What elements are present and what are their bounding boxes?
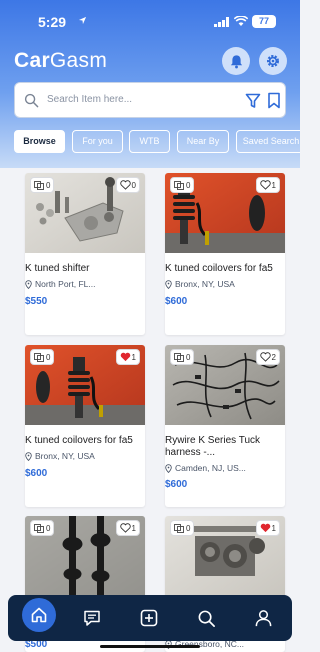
nav-add-listing-button[interactable] bbox=[129, 595, 169, 641]
user-icon bbox=[255, 610, 271, 627]
views-count: 0 bbox=[186, 523, 191, 533]
views-count: 0 bbox=[46, 180, 51, 190]
wifi-icon bbox=[234, 16, 248, 26]
nav-home-button[interactable] bbox=[22, 598, 56, 632]
map-pin-icon bbox=[25, 279, 32, 289]
view-count-icon bbox=[174, 180, 184, 190]
heart-outline-icon bbox=[119, 180, 131, 190]
chip-saved-search[interactable]: Saved Search bbox=[236, 130, 300, 153]
bottom-navigation bbox=[8, 595, 292, 641]
views-badge: 0 bbox=[30, 177, 55, 193]
app-logo: CarGasm bbox=[14, 49, 107, 73]
listing-title-line2: harness -... bbox=[165, 447, 216, 458]
views-badge: 0 bbox=[170, 349, 195, 365]
location-text: Bronx, NY, USA bbox=[35, 451, 95, 461]
heart-outline-icon bbox=[259, 352, 271, 362]
likes-count: 0 bbox=[131, 180, 136, 190]
location-arrow-icon bbox=[78, 16, 87, 25]
heart-filled-icon bbox=[120, 352, 130, 362]
chat-icon bbox=[84, 610, 100, 626]
listing-price: $550 bbox=[25, 296, 48, 307]
bell-icon bbox=[230, 54, 242, 68]
listing-location: Camden, NJ, US... bbox=[165, 463, 246, 473]
listing-card[interactable]: 0 1 K tuned coilovers for fa5 Bronx, NY,… bbox=[165, 173, 285, 335]
listing-location: Bronx, NY, USA bbox=[25, 451, 95, 461]
heart-outline-icon bbox=[119, 523, 131, 533]
search-input[interactable]: Search Item here... bbox=[47, 94, 132, 105]
view-count-icon bbox=[34, 523, 44, 533]
listing-title: Rywire K Series Tuck bbox=[165, 435, 261, 446]
likes-count: 1 bbox=[131, 352, 136, 362]
views-count: 0 bbox=[186, 352, 191, 362]
plus-square-icon bbox=[140, 609, 158, 627]
status-time: 5:29 bbox=[38, 14, 67, 30]
like-button[interactable]: 0 bbox=[115, 177, 140, 193]
nav-profile-button[interactable] bbox=[243, 595, 283, 641]
listing-price: $600 bbox=[25, 468, 48, 479]
listing-price: $600 bbox=[165, 479, 188, 490]
listing-title: K tuned coilovers for fa5 bbox=[25, 435, 133, 446]
location-text: North Port, FL... bbox=[35, 279, 96, 289]
likes-count: 1 bbox=[271, 180, 276, 190]
views-badge: 0 bbox=[30, 349, 55, 365]
listing-title: K tuned coilovers for fa5 bbox=[165, 263, 273, 274]
listing-card[interactable]: 0 2 Rywire K Series Tuck harness -... Ca… bbox=[165, 345, 285, 507]
search-bar[interactable]: Search Item here... bbox=[14, 82, 286, 118]
location-text: Camden, NJ, US... bbox=[175, 463, 246, 473]
views-badge: 0 bbox=[30, 520, 55, 536]
map-pin-icon bbox=[165, 463, 172, 473]
like-button[interactable]: 1 bbox=[115, 520, 140, 536]
likes-count: 2 bbox=[271, 352, 276, 362]
map-pin-icon bbox=[25, 451, 32, 461]
filter-icon[interactable] bbox=[245, 93, 261, 109]
cellular-signal-icon bbox=[214, 17, 229, 27]
battery-indicator: 77 bbox=[252, 15, 276, 28]
listing-price: $600 bbox=[165, 296, 188, 307]
view-count-icon bbox=[174, 523, 184, 533]
chip-browse[interactable]: Browse bbox=[14, 130, 65, 153]
nav-search-button[interactable] bbox=[186, 595, 226, 641]
logo-bold-text: Car bbox=[14, 49, 50, 72]
view-count-icon bbox=[34, 180, 44, 190]
views-badge: 0 bbox=[170, 520, 195, 536]
search-icon bbox=[24, 93, 39, 108]
settings-button[interactable] bbox=[259, 47, 287, 75]
view-count-icon bbox=[34, 352, 44, 362]
views-count: 0 bbox=[186, 180, 191, 190]
filter-chips: Browse For you WTB Near By Saved Search bbox=[14, 130, 300, 154]
listing-card[interactable]: 0 0 K tuned shifter North Port, FL... $5… bbox=[25, 173, 145, 335]
map-pin-icon bbox=[165, 279, 172, 289]
like-button[interactable]: 2 bbox=[255, 349, 280, 365]
listing-location: Bronx, NY, USA bbox=[165, 279, 235, 289]
home-indicator bbox=[100, 645, 200, 648]
listing-location: North Port, FL... bbox=[25, 279, 95, 289]
nav-messages-button[interactable] bbox=[72, 595, 112, 641]
status-bar: 5:29 77 bbox=[0, 14, 300, 32]
notifications-button[interactable] bbox=[222, 47, 250, 75]
home-icon bbox=[31, 607, 47, 623]
chip-for-you[interactable]: For you bbox=[72, 130, 123, 153]
views-count: 0 bbox=[46, 523, 51, 533]
like-button[interactable]: 1 bbox=[115, 349, 140, 365]
like-button[interactable]: 1 bbox=[255, 177, 280, 193]
chip-near-by[interactable]: Near By bbox=[177, 130, 229, 153]
like-button[interactable]: 1 bbox=[255, 520, 280, 536]
views-badge: 0 bbox=[170, 177, 195, 193]
heart-outline-icon bbox=[259, 180, 271, 190]
view-count-icon bbox=[174, 352, 184, 362]
heart-filled-icon bbox=[260, 523, 270, 533]
app-header: 5:29 77 CarGasm Search Item here... Brow… bbox=[0, 0, 300, 168]
search-icon bbox=[198, 610, 215, 627]
logo-regular-text: Gasm bbox=[49, 49, 108, 72]
location-text: Bronx, NY, USA bbox=[175, 279, 235, 289]
listing-card[interactable]: 0 1 K tuned coilovers for fa5 Bronx, NY,… bbox=[25, 345, 145, 507]
bookmark-icon[interactable] bbox=[267, 92, 281, 109]
likes-count: 1 bbox=[271, 523, 276, 533]
chip-wtb[interactable]: WTB bbox=[129, 130, 170, 153]
views-count: 0 bbox=[46, 352, 51, 362]
gear-icon bbox=[267, 55, 279, 67]
likes-count: 1 bbox=[131, 523, 136, 533]
listing-title: K tuned shifter bbox=[25, 263, 90, 274]
